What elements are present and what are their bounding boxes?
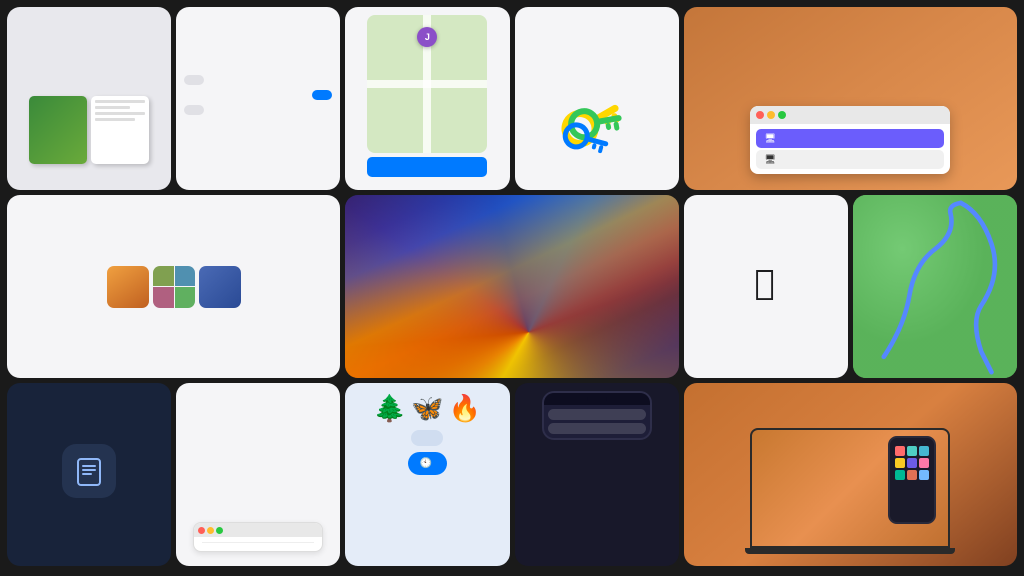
presenter-titlebar — [750, 106, 950, 124]
thumb-blue — [199, 266, 241, 308]
campfire-emoji: 🔥 — [449, 393, 481, 424]
document-lines-icon — [73, 455, 105, 487]
card-emoji-sendlater: 🌲 🦋 🔥 🕙 — [345, 383, 509, 566]
card-math-notes — [176, 383, 340, 566]
card-hiking-maps — [853, 195, 1017, 378]
photo-thumbnails — [107, 266, 241, 308]
maximize-btn — [778, 111, 786, 119]
tree-emoji: 🌲 — [374, 393, 406, 424]
math-total-line — [202, 542, 314, 546]
notification-item-1 — [548, 409, 646, 420]
math-content — [194, 537, 322, 551]
phone-status-bar — [544, 393, 650, 405]
card-collections-photos — [7, 195, 340, 378]
hiking-trail-map — [853, 195, 1017, 378]
card-iphone-mirroring — [684, 383, 1017, 566]
math-notes-window — [193, 522, 323, 552]
ios-phone-frame — [542, 391, 652, 440]
notification-item-2 — [548, 423, 646, 434]
notifications-list — [544, 405, 650, 438]
reader-icon-bg — [62, 444, 116, 498]
laptop-body — [750, 428, 950, 548]
phone-app-grid — [893, 444, 931, 482]
card-passwords — [515, 7, 679, 190]
main-features-grid: J — [0, 0, 1024, 576]
laptop-wallpaper — [752, 430, 948, 546]
congrats-bubble — [184, 75, 204, 85]
safari-map: J — [367, 15, 487, 153]
adorable-bubble — [312, 90, 332, 100]
thumb-grid — [153, 266, 195, 308]
butterfly-emoji: 🦋 — [411, 393, 443, 424]
text-bubbles — [184, 75, 332, 115]
tapback-emojis: 🌲 🦋 🔥 — [374, 393, 481, 424]
card-apple-pay:  — [684, 195, 848, 378]
laptop-with-phone — [750, 428, 950, 554]
card-reader — [7, 383, 171, 566]
minimize-btn — [767, 111, 775, 119]
applepay-branding:  — [755, 266, 777, 300]
card-presenter-preview: 🖥 🖥 — [684, 7, 1017, 190]
thumb-orange — [107, 266, 149, 308]
passwords-keys-icon — [547, 78, 647, 178]
card-ios-notifications — [515, 383, 679, 566]
card-safari-highlights: J — [345, 7, 509, 190]
laptop-base — [745, 548, 955, 554]
presenter-dialog: 🖥 🖥 — [750, 106, 950, 174]
close-btn — [756, 111, 764, 119]
mirrored-phone — [888, 436, 936, 524]
tomorrow-bubble: 🕙 — [408, 452, 447, 475]
apple-symbol:  — [755, 266, 775, 300]
macos-background-rays — [345, 195, 678, 378]
share-pages-option[interactable]: 🖥 — [756, 150, 944, 169]
tiling-illustration — [29, 96, 149, 176]
card-text-effects — [176, 7, 340, 190]
emoji-tapbacks-bubble — [411, 430, 443, 446]
card-window-tiling — [7, 7, 171, 190]
card-macos-hero — [345, 195, 678, 378]
aww-bubble — [184, 105, 204, 115]
directions-button[interactable] — [367, 157, 487, 177]
share-window-option[interactable]: 🖥 — [756, 129, 944, 148]
math-titlebar — [194, 523, 322, 537]
map-marker: J — [417, 27, 437, 47]
